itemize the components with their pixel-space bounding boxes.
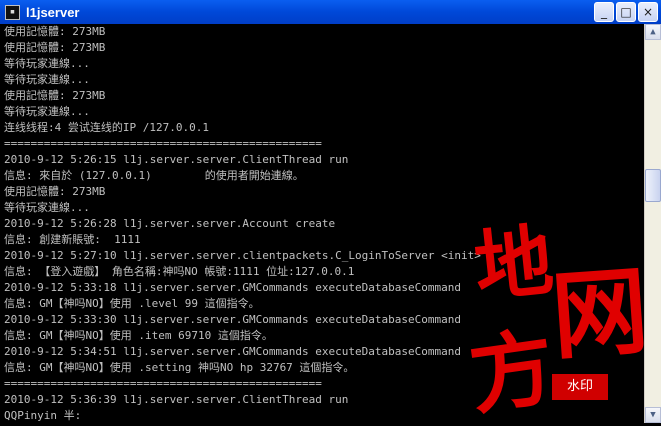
console-line: 2010-9-12 5:33:18 l1j.server.server.GMCo… bbox=[4, 281, 461, 294]
maximize-button[interactable]: □ bbox=[616, 2, 636, 22]
title-bar[interactable]: ▪ l1jserver _ □ × bbox=[0, 0, 661, 24]
console-line: 2010-9-12 5:36:39 l1j.server.server.Clie… bbox=[4, 393, 349, 406]
console-line: 2010-9-12 5:26:28 l1j.server.server.Acco… bbox=[4, 217, 336, 230]
console-line: 使用記憶體: 273MB bbox=[4, 25, 106, 38]
console-line: ========================================… bbox=[4, 377, 322, 390]
console-line: 等待玩家連線... bbox=[4, 73, 90, 86]
console-line: 信息: GM【神吗NO】使用 .level 99 這個指令。 bbox=[4, 297, 260, 310]
console-line: 信息: 來自於 (127.0.0.1) 的使用者開始連線。 bbox=[4, 169, 304, 182]
scroll-up-arrow-icon[interactable]: ▲ bbox=[645, 24, 661, 40]
console-line: 等待玩家連線... bbox=[4, 57, 90, 70]
scroll-down-arrow-icon[interactable]: ▼ bbox=[645, 407, 661, 423]
console-line: 2010-9-12 5:33:30 l1j.server.server.GMCo… bbox=[4, 313, 461, 326]
console-line: 信息: 創建新賬號: 1111 bbox=[4, 233, 141, 246]
console-line: 连线线程:4 尝试连线的IP /127.0.0.1 bbox=[4, 121, 209, 134]
scrollbar-thumb[interactable] bbox=[645, 169, 661, 202]
minimize-button[interactable]: _ bbox=[594, 2, 614, 22]
console-line: ========================================… bbox=[4, 137, 322, 150]
console-output[interactable]: 使用記憶體: 273MB 使用記憶體: 273MB 等待玩家連線... 等待玩家連線.… bbox=[3, 24, 643, 423]
console-line: 信息: 【登入遊戲】 角色名稱:神吗NO 帳號:1111 位址:127.0.0.… bbox=[4, 265, 355, 278]
console-line: 使用記憶體: 273MB bbox=[4, 41, 106, 54]
console-line: 信息: GM【神吗NO】使用 .item 69710 這個指令。 bbox=[4, 329, 273, 342]
window-controls: _ □ × bbox=[594, 2, 658, 22]
console-line: 2010-9-12 5:34:51 l1j.server.server.GMCo… bbox=[4, 345, 461, 358]
console-app-icon[interactable]: ▪ bbox=[5, 4, 20, 20]
console-line: 使用記憶體: 273MB bbox=[4, 185, 106, 198]
close-button[interactable]: × bbox=[638, 2, 658, 22]
console-line: QQPinyin 半: bbox=[4, 409, 82, 422]
console-line: 信息: GM【神吗NO】使用 .setting 神吗NO hp 32767 這個… bbox=[4, 361, 355, 374]
console-window: ▪ l1jserver _ □ × 使用記憶體: 273MB 使用記憶體: 273… bbox=[0, 0, 661, 426]
console-line: 等待玩家連線... bbox=[4, 201, 90, 214]
console-line: 2010-9-12 5:26:15 l1j.server.server.Clie… bbox=[4, 153, 349, 166]
console-line: 使用記憶體: 273MB bbox=[4, 89, 106, 102]
vertical-scrollbar[interactable]: ▲ ▼ bbox=[644, 24, 661, 423]
console-line: 2010-9-12 5:27:10 l1j.server.server.clie… bbox=[4, 249, 481, 262]
console-line: 等待玩家連線... bbox=[4, 105, 90, 118]
window-title: l1jserver bbox=[26, 4, 80, 20]
